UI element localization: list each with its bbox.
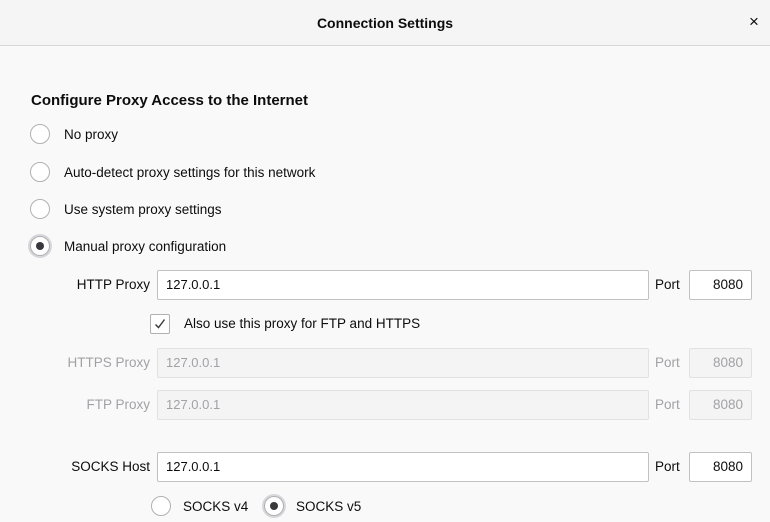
radio-system-proxy[interactable]: Use system proxy settings xyxy=(30,197,222,221)
radio-button[interactable] xyxy=(151,496,171,516)
radio-label: Auto-detect proxy settings for this netw… xyxy=(64,164,316,180)
radio-no-proxy[interactable]: No proxy xyxy=(30,122,118,146)
socks-host-input[interactable]: 127.0.0.1 xyxy=(157,452,649,482)
socks-port-label: Port xyxy=(655,459,680,474)
http-port-input[interactable]: 8080 xyxy=(689,270,752,300)
dialog-title: Connection Settings xyxy=(316,15,454,31)
title-bar: Connection Settings × xyxy=(0,0,770,46)
radio-label: SOCKS v4 xyxy=(183,498,249,514)
share-proxy-label: Also use this proxy for FTP and HTTPS xyxy=(184,316,421,331)
radio-label: Manual proxy configuration xyxy=(64,238,227,254)
socks-port-input[interactable]: 8080 xyxy=(689,452,752,482)
https-port-input[interactable]: 8080 xyxy=(689,348,752,378)
https-proxy-label: HTTPS Proxy xyxy=(67,355,150,370)
connection-settings-dialog: Connection Settings × Configure Proxy Ac… xyxy=(0,0,770,522)
https-proxy-input[interactable]: 127.0.0.1 xyxy=(157,348,649,378)
share-proxy-checkbox[interactable] xyxy=(150,314,170,334)
ftp-proxy-input[interactable]: 127.0.0.1 xyxy=(157,390,649,420)
radio-auto-detect[interactable]: Auto-detect proxy settings for this netw… xyxy=(30,160,315,184)
radio-label: Use system proxy settings xyxy=(64,201,222,217)
radio-manual-proxy[interactable]: Manual proxy configuration xyxy=(30,234,226,258)
radio-label: No proxy xyxy=(64,126,119,142)
radio-socks-v4[interactable]: SOCKS v4 xyxy=(151,494,248,518)
http-port-label: Port xyxy=(655,277,680,292)
https-port-label: Port xyxy=(655,355,680,370)
radio-button[interactable] xyxy=(30,162,50,182)
proxy-section-heading: Configure Proxy Access to the Internet xyxy=(31,92,309,109)
radio-label: SOCKS v5 xyxy=(296,498,362,514)
radio-socks-v5[interactable]: SOCKS v5 xyxy=(264,494,361,518)
close-icon[interactable]: × xyxy=(744,12,764,32)
ftp-port-input[interactable]: 8080 xyxy=(689,390,752,420)
radio-button-selected[interactable] xyxy=(30,236,50,256)
ftp-port-label: Port xyxy=(655,397,680,412)
radio-button[interactable] xyxy=(30,199,50,219)
http-proxy-input[interactable]: 127.0.0.1 xyxy=(157,270,649,300)
radio-button-selected[interactable] xyxy=(264,496,284,516)
radio-button[interactable] xyxy=(30,124,50,144)
ftp-proxy-label: FTP Proxy xyxy=(86,397,150,412)
checkmark-icon xyxy=(155,319,166,329)
http-proxy-label: HTTP Proxy xyxy=(76,277,150,292)
socks-host-label: SOCKS Host xyxy=(71,459,150,474)
